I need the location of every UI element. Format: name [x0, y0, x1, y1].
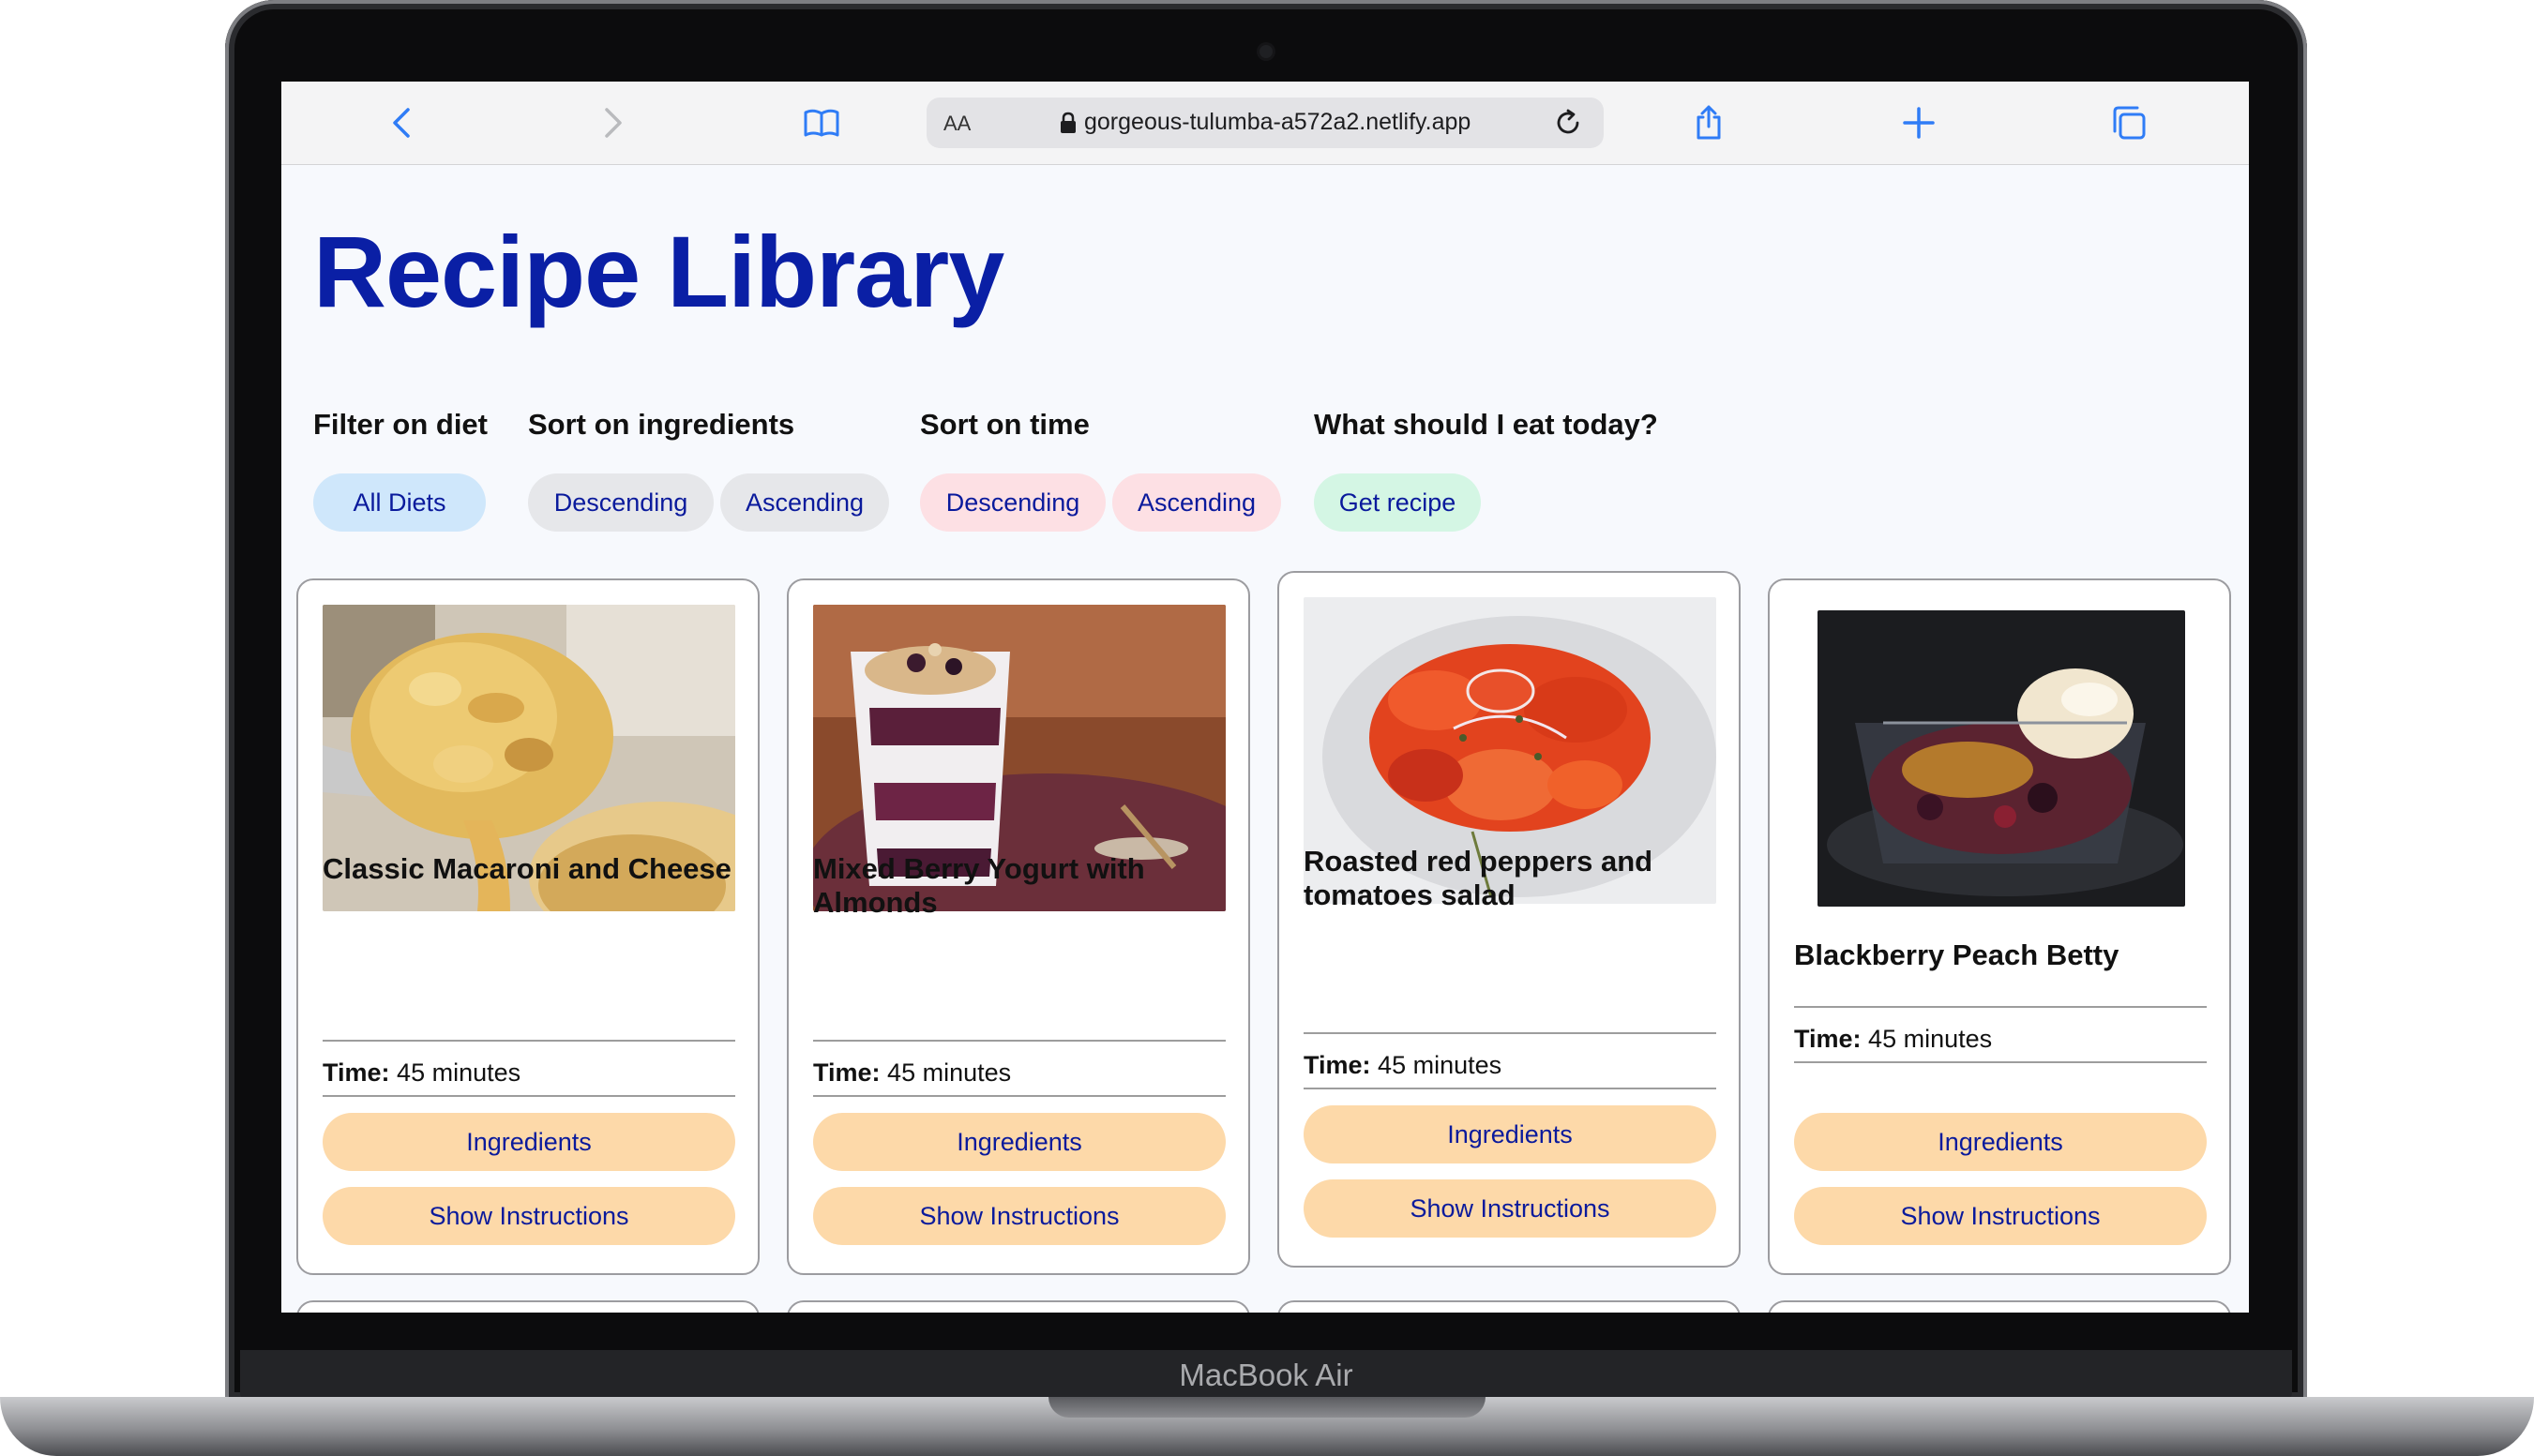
time-label: Time: [813, 1058, 881, 1087]
recipe-card[interactable]: Mixed Berry Yogurt with Almonds Time: 45… [787, 578, 1250, 1275]
forward-icon[interactable] [593, 104, 630, 142]
divider [1794, 1006, 2207, 1008]
show-instructions-button[interactable]: Show Instructions [813, 1187, 1226, 1245]
bookmarks-icon[interactable] [803, 104, 840, 142]
page-title: Recipe Library [313, 215, 1004, 328]
divider [323, 1040, 735, 1042]
recipe-card[interactable]: Blackberry Peach Betty Time: 45 minutes … [1768, 578, 2231, 1275]
time-value: 45 minutes [1378, 1051, 1502, 1079]
tabs-overview-icon[interactable] [2110, 104, 2148, 142]
recipe-card-partial [1277, 1300, 1741, 1313]
get-recipe-button[interactable]: Get recipe [1314, 473, 1481, 532]
time-label: Time: [1304, 1051, 1371, 1079]
ingredients-button[interactable]: Ingredients [323, 1113, 735, 1171]
ingredients-ascending-button[interactable]: Ascending [720, 473, 889, 532]
ingredients-descending-button[interactable]: Descending [528, 473, 714, 532]
time-label: Time: [1794, 1025, 1862, 1053]
divider [1304, 1088, 1716, 1089]
recipe-time: Time: 45 minutes [1304, 1051, 1501, 1080]
back-icon[interactable] [385, 104, 422, 142]
new-tab-icon[interactable] [1900, 104, 1938, 142]
show-instructions-button[interactable]: Show Instructions [323, 1187, 735, 1245]
lock-icon [1058, 112, 1078, 134]
time-value: 45 minutes [887, 1058, 1012, 1087]
recipe-time: Time: 45 minutes [813, 1058, 1011, 1088]
reader-aa-button[interactable]: AA [943, 112, 971, 136]
all-diets-button[interactable]: All Diets [313, 473, 486, 532]
sort-time-heading: Sort on time [920, 408, 1090, 441]
ingredients-button[interactable]: Ingredients [1794, 1113, 2207, 1171]
sort-ingredients-heading: Sort on ingredients [528, 408, 795, 441]
random-recipe-heading: What should I eat today? [1314, 408, 1658, 441]
show-instructions-button[interactable]: Show Instructions [1304, 1179, 1716, 1238]
ingredients-button[interactable]: Ingredients [1304, 1105, 1716, 1163]
recipe-title: Roasted red peppers and tomatoes salad [1304, 845, 1653, 911]
show-instructions-button[interactable]: Show Instructions [1794, 1187, 2207, 1245]
reload-icon[interactable] [1553, 108, 1583, 138]
ingredients-button[interactable]: Ingredients [813, 1113, 1226, 1171]
divider [813, 1095, 1226, 1097]
camera-icon [1259, 45, 1273, 58]
time-label: Time: [323, 1058, 390, 1087]
url-text: gorgeous-tulumba-a572a2.netlify.app [1084, 109, 1471, 135]
recipe-card[interactable]: Classic Macaroni and Cheese Time: 45 min… [296, 578, 760, 1275]
peach-betty-photo [1818, 610, 2185, 907]
divider [813, 1040, 1226, 1042]
recipe-title: Classic Macaroni and Cheese [323, 852, 732, 885]
recipe-card-partial [1768, 1300, 2231, 1313]
divider [1304, 1032, 1716, 1034]
laptop-notch [1048, 1397, 1486, 1418]
browser-toolbar: AA gorgeous-tulumba-a572a2.netlify.app [281, 82, 2249, 165]
share-icon[interactable] [1690, 104, 1727, 142]
time-value: 45 minutes [1868, 1025, 1993, 1053]
recipe-title: Blackberry Peach Betty [1794, 938, 2119, 971]
address-bar[interactable]: AA gorgeous-tulumba-a572a2.netlify.app [927, 98, 1604, 148]
browser-screen: AA gorgeous-tulumba-a572a2.netlify.app R… [281, 82, 2249, 1313]
recipe-title: Mixed Berry Yogurt with Almonds [813, 852, 1145, 919]
recipe-time: Time: 45 minutes [1794, 1025, 1992, 1054]
device-label: MacBook Air [1179, 1358, 1353, 1392]
recipe-card[interactable]: Roasted red peppers and tomatoes salad T… [1277, 571, 1741, 1268]
divider [1794, 1061, 2207, 1063]
divider [323, 1095, 735, 1097]
laptop-chin: MacBook Air [240, 1350, 2292, 1399]
recipe-card-partial [787, 1300, 1250, 1313]
time-ascending-button[interactable]: Ascending [1112, 473, 1281, 532]
time-value: 45 minutes [397, 1058, 521, 1087]
filter-diet-heading: Filter on diet [313, 408, 488, 441]
time-descending-button[interactable]: Descending [920, 473, 1106, 532]
recipe-time: Time: 45 minutes [323, 1058, 520, 1088]
recipe-card-partial [296, 1300, 760, 1313]
